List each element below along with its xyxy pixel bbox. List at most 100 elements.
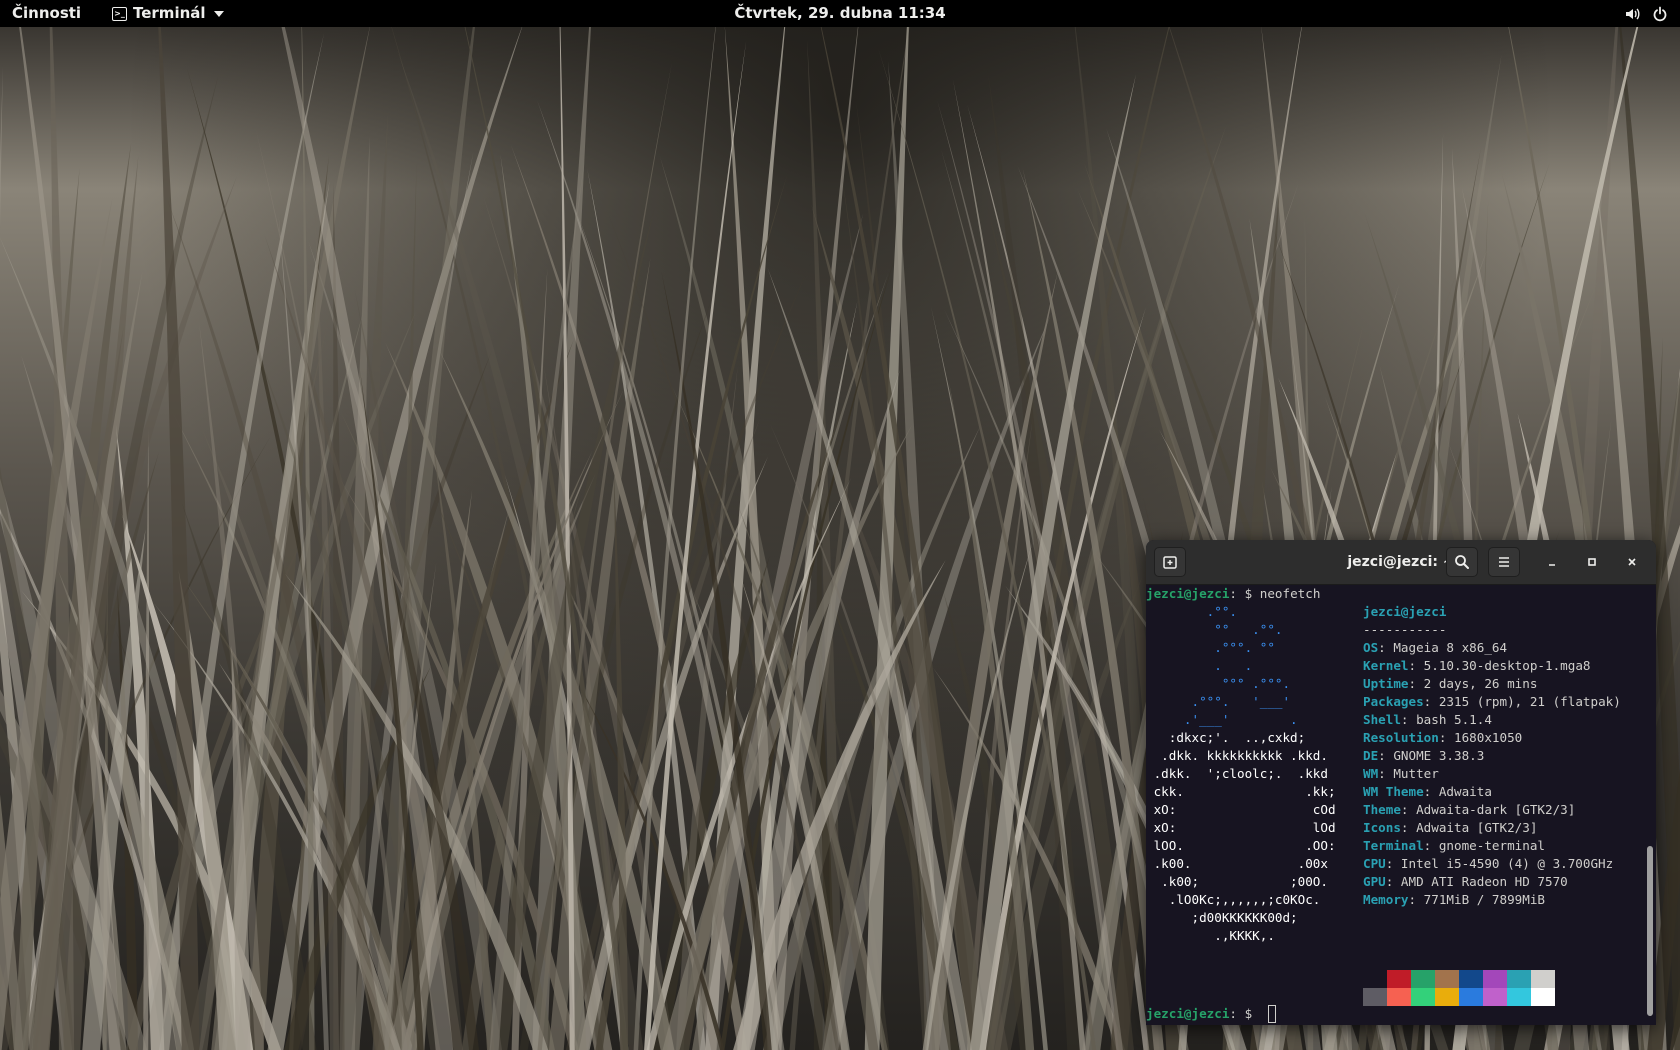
system-info-value: Adwaita (1438, 784, 1492, 799)
ascii-art-line: ckk. .kk; (1146, 784, 1336, 799)
system-info-key: OS (1363, 640, 1379, 655)
prompt-line: jezci@jezci: $ neofetch (1146, 585, 1320, 603)
color-swatch (1411, 988, 1435, 1006)
terminal-icon: >_ (112, 6, 127, 21)
system-info-key: Memory (1363, 892, 1409, 907)
hamburger-menu-button[interactable] (1488, 547, 1520, 577)
color-swatch (1363, 970, 1387, 988)
system-info-value: Mutter (1393, 766, 1439, 781)
system-info-value: AMD ATI Radeon HD 7570 (1400, 874, 1568, 889)
system-info-row: Packages: 2315 (rpm), 21 (flatpak) (1363, 693, 1621, 711)
minimize-button[interactable] (1540, 550, 1564, 574)
system-menu-button[interactable] (1624, 0, 1668, 27)
clock-button[interactable]: Čtvrtek, 29. dubna 11:34 (734, 4, 945, 22)
system-info-value: 1680x1050 (1454, 730, 1523, 745)
system-info-colon: : (1378, 640, 1394, 655)
activities-button[interactable]: Činnosti (12, 0, 81, 27)
ascii-art-line: . . (1146, 658, 1253, 673)
system-info-value: Intel i5-4590 (4) @ 3.700GHz (1400, 856, 1614, 871)
system-info-row: CPU: Intel i5-4590 (4) @ 3.700GHz (1363, 855, 1613, 873)
system-info-colon: : (1400, 712, 1417, 727)
color-swatch (1459, 988, 1483, 1006)
system-info-key: Icons (1363, 820, 1401, 835)
system-info-value: bash 5.1.4 (1416, 712, 1492, 727)
terminal-output[interactable]: jezci@jezci: $ neofetch .°°. °° .°°. .°°… (1146, 585, 1644, 1025)
top-bar: Činnosti >_ Terminál Čtvrtek, 29. dubna … (0, 0, 1680, 27)
system-info-value: gnome-terminal (1438, 838, 1545, 853)
power-icon (1653, 6, 1667, 21)
system-info-colon: : (1400, 820, 1417, 835)
ascii-art-line: .lO0Kc;,,,,,,;c0KOc. (1146, 892, 1321, 907)
system-info-row: Terminal: gnome-terminal (1363, 837, 1545, 855)
system-info-colon: : (1423, 784, 1439, 799)
system-info-row: Resolution: 1680x1050 (1363, 729, 1522, 747)
terminal-headerbar[interactable]: jezci@jezci: ~ (1146, 540, 1656, 585)
color-swatch (1459, 970, 1483, 988)
system-info-row: GPU: AMD ATI Radeon HD 7570 (1363, 873, 1568, 891)
system-info-key: Kernel (1363, 658, 1409, 673)
system-info-key: Shell (1363, 712, 1401, 727)
ascii-art-line: .dkk. kkkkkkkkkk .kkd. (1146, 748, 1328, 763)
system-info-row: Icons: Adwaita [GTK2/3] (1363, 819, 1537, 837)
system-info-key: GPU (1363, 874, 1386, 889)
color-swatch (1483, 988, 1507, 1006)
system-info-value: 5.10.30-desktop-1.mga8 (1423, 658, 1591, 673)
prompt-suffix-active: : $ (1229, 1006, 1253, 1021)
maximize-button[interactable] (1580, 550, 1604, 574)
color-swatch (1435, 970, 1459, 988)
prompt-user: jezci@jezci (1146, 586, 1230, 601)
info-user-host-text: jezci@jezci (1363, 604, 1447, 619)
app-menu-button[interactable]: >_ Terminál (112, 0, 224, 27)
system-info-colon: : (1385, 856, 1401, 871)
color-swatch (1531, 970, 1555, 988)
app-menu-label: Terminál (133, 4, 206, 22)
color-swatch (1531, 988, 1555, 1006)
system-info-row: Memory: 771MiB / 7899MiB (1363, 891, 1545, 909)
scrollbar-thumb[interactable] (1647, 846, 1653, 1016)
ascii-art-line: .k00. .00x (1146, 856, 1328, 871)
system-info-row: Kernel: 5.10.30-desktop-1.mga8 (1363, 657, 1590, 675)
system-info-key: WM Theme (1363, 784, 1424, 799)
system-info-value: 2315 (rpm), 21 (flatpak) (1438, 694, 1621, 709)
system-info-colon: : (1408, 892, 1424, 907)
close-button[interactable] (1620, 550, 1644, 574)
volume-icon (1626, 8, 1640, 19)
text-cursor (1268, 1005, 1276, 1023)
hamburger-icon (1499, 557, 1509, 567)
search-button[interactable] (1446, 547, 1478, 577)
system-info-row: WM: Mutter (1363, 765, 1439, 783)
system-info-colon: : (1423, 694, 1439, 709)
ascii-art-line: °°° .°°°. (1146, 676, 1291, 691)
command-text: neofetch (1252, 586, 1321, 601)
ascii-art-line: .'___' . (1146, 712, 1298, 727)
color-swatch (1363, 988, 1387, 1006)
ascii-art-line: lOO. .OO: (1146, 838, 1336, 853)
system-info-colon: : (1378, 748, 1394, 763)
info-user-host: jezci@jezci (1363, 603, 1446, 621)
terminal-window[interactable]: jezci@jezci: ~ jezci@jezci: $ neofetch .… (1146, 540, 1656, 1025)
maximize-icon (1588, 558, 1596, 566)
prompt-line-active: jezci@jezci: $ (1146, 1005, 1252, 1023)
color-swatch (1387, 970, 1411, 988)
system-info-key: Terminal (1363, 838, 1424, 853)
system-info-key: Packages (1363, 694, 1424, 709)
system-info-colon: : (1408, 676, 1424, 691)
ascii-art-line: .dkk. ';cloolc;. .kkd (1146, 766, 1328, 781)
ascii-art-line: xO: lOd (1146, 820, 1336, 835)
close-icon (1628, 558, 1636, 566)
system-info-key: DE (1363, 748, 1379, 763)
new-tab-button[interactable] (1154, 547, 1186, 577)
ascii-art-line: .°°°. '___' (1146, 694, 1291, 709)
ascii-art-line: :dkxc;'. ..,cxkd; (1146, 730, 1306, 745)
system-info-row: Shell: bash 5.1.4 (1363, 711, 1492, 729)
minimize-icon (1549, 564, 1555, 566)
system-info-colon: : (1378, 766, 1394, 781)
system-info-key: Theme (1363, 802, 1401, 817)
color-swatch (1387, 988, 1411, 1006)
system-info-colon: : (1438, 730, 1454, 745)
ascii-art-line: .°°. (1146, 604, 1237, 619)
system-info-colon: : (1400, 802, 1417, 817)
system-info-value: 771MiB / 7899MiB (1423, 892, 1545, 907)
color-swatch (1507, 970, 1531, 988)
system-info-row: Theme: Adwaita-dark [GTK2/3] (1363, 801, 1575, 819)
